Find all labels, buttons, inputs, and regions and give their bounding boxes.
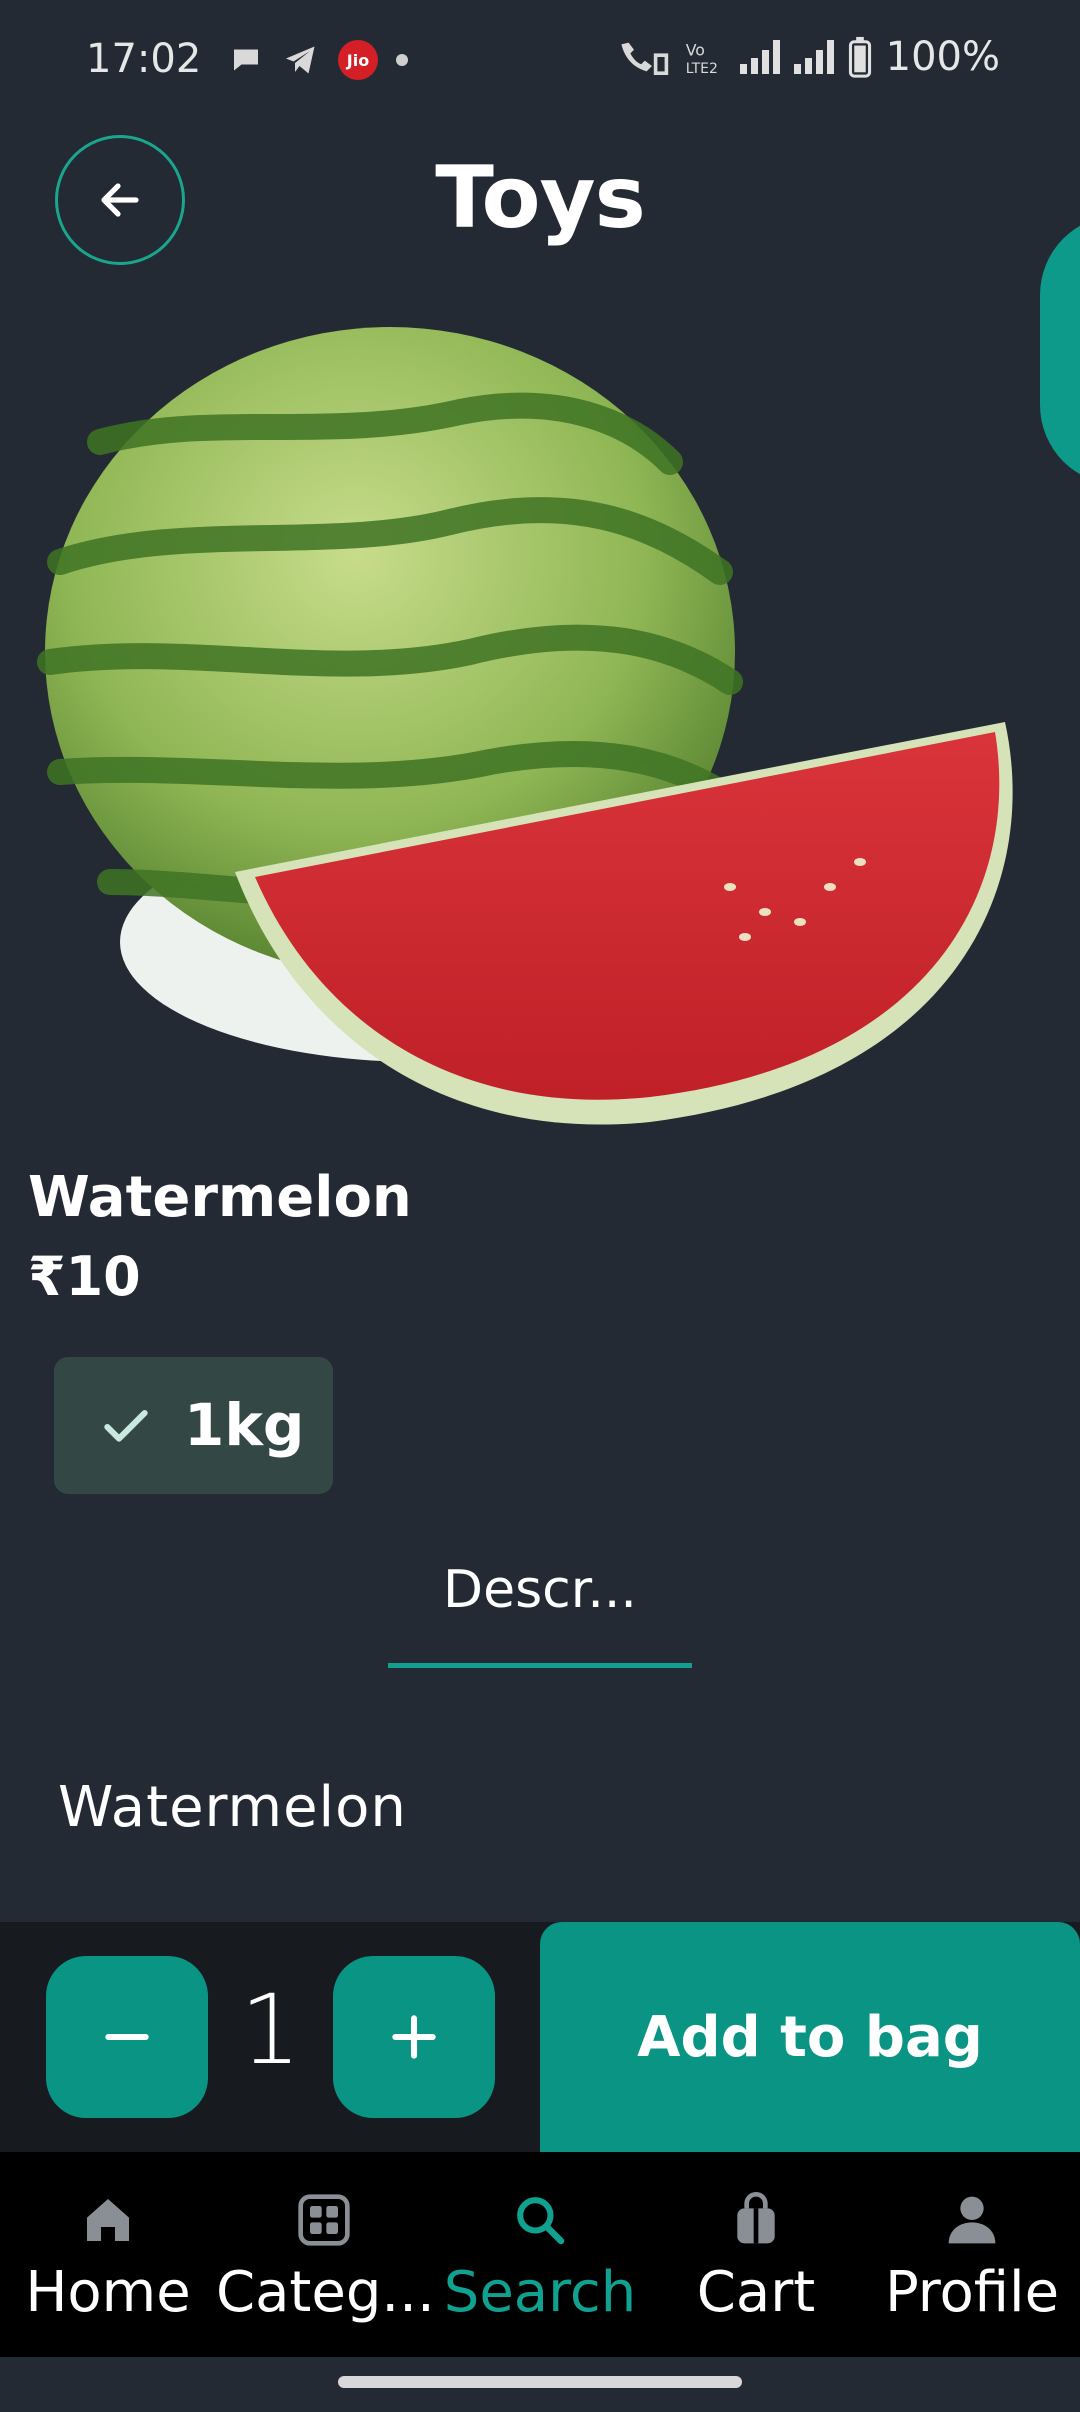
chat-icon — [234, 49, 258, 71]
plus-icon — [392, 2015, 436, 2059]
search-icon — [517, 2197, 565, 2245]
add-to-bag-button[interactable]: Add to bag — [540, 1922, 1080, 2152]
volte-icon: Vo LTE2 — [685, 40, 717, 75]
minus-icon — [105, 2033, 149, 2041]
jio-icon: Jio — [338, 40, 378, 80]
signal-icon — [793, 40, 834, 74]
nav-label: Categ... — [216, 2260, 435, 2325]
notification-icons: Jio — [228, 40, 408, 80]
system-icons: Vo LTE2 100% — [616, 34, 1000, 80]
status-time: 17:02 — [86, 36, 202, 82]
categories-icon — [298, 2194, 350, 2246]
svg-text:Vo: Vo — [685, 40, 704, 59]
nav-item-home[interactable]: Home — [0, 2152, 216, 2357]
description-text: Watermelon — [58, 1775, 407, 1840]
increase-quantity-button[interactable] — [333, 1956, 495, 2118]
check-icon — [104, 1409, 148, 1442]
profile-icon — [948, 2196, 996, 2244]
nav-item-cart[interactable]: Cart — [648, 2152, 864, 2357]
nav-label: Profile — [884, 2260, 1060, 2325]
nav-item-profile[interactable]: Profile — [864, 2152, 1080, 2357]
bottom-navigation: Home Categ... Search Cart Profile — [0, 2152, 1080, 2357]
battery-icon — [848, 36, 871, 78]
add-to-bag-bar: 1 Add to bag — [0, 1922, 1080, 2152]
battery-percent: 100% — [885, 34, 1000, 80]
variant-chip-1kg[interactable]: 1kg — [54, 1357, 333, 1494]
dot-icon — [396, 54, 408, 66]
cart-icon — [737, 2192, 775, 2244]
wifi-call-icon — [621, 42, 668, 75]
variant-label: 1kg — [184, 1391, 305, 1459]
nav-item-categories[interactable]: Categ... — [216, 2152, 435, 2357]
page-title: Toys — [435, 148, 646, 248]
status-bar: 17:02 Jio Vo LTE2 100% — [0, 0, 1080, 125]
telegram-icon — [286, 46, 315, 74]
decrease-quantity-button[interactable] — [46, 1956, 208, 2118]
gesture-handle[interactable] — [338, 2376, 742, 2388]
home-icon — [87, 2199, 129, 2241]
svg-text:LTE2: LTE2 — [685, 61, 717, 75]
quantity-value: 1 — [240, 1974, 302, 2086]
tab-indicator — [388, 1663, 692, 1668]
product-image — [37, 327, 1013, 1125]
nav-label: Search — [443, 2260, 637, 2325]
tab-description[interactable]: Descr... — [388, 1560, 692, 1620]
nav-label: Home — [25, 2260, 191, 2325]
nav-label: Cart — [696, 2260, 816, 2325]
signal-icon — [739, 40, 780, 74]
nav-item-search[interactable]: Search — [432, 2152, 648, 2357]
product-name: Watermelon — [28, 1165, 412, 1230]
product-price: ₹10 — [28, 1245, 141, 1308]
